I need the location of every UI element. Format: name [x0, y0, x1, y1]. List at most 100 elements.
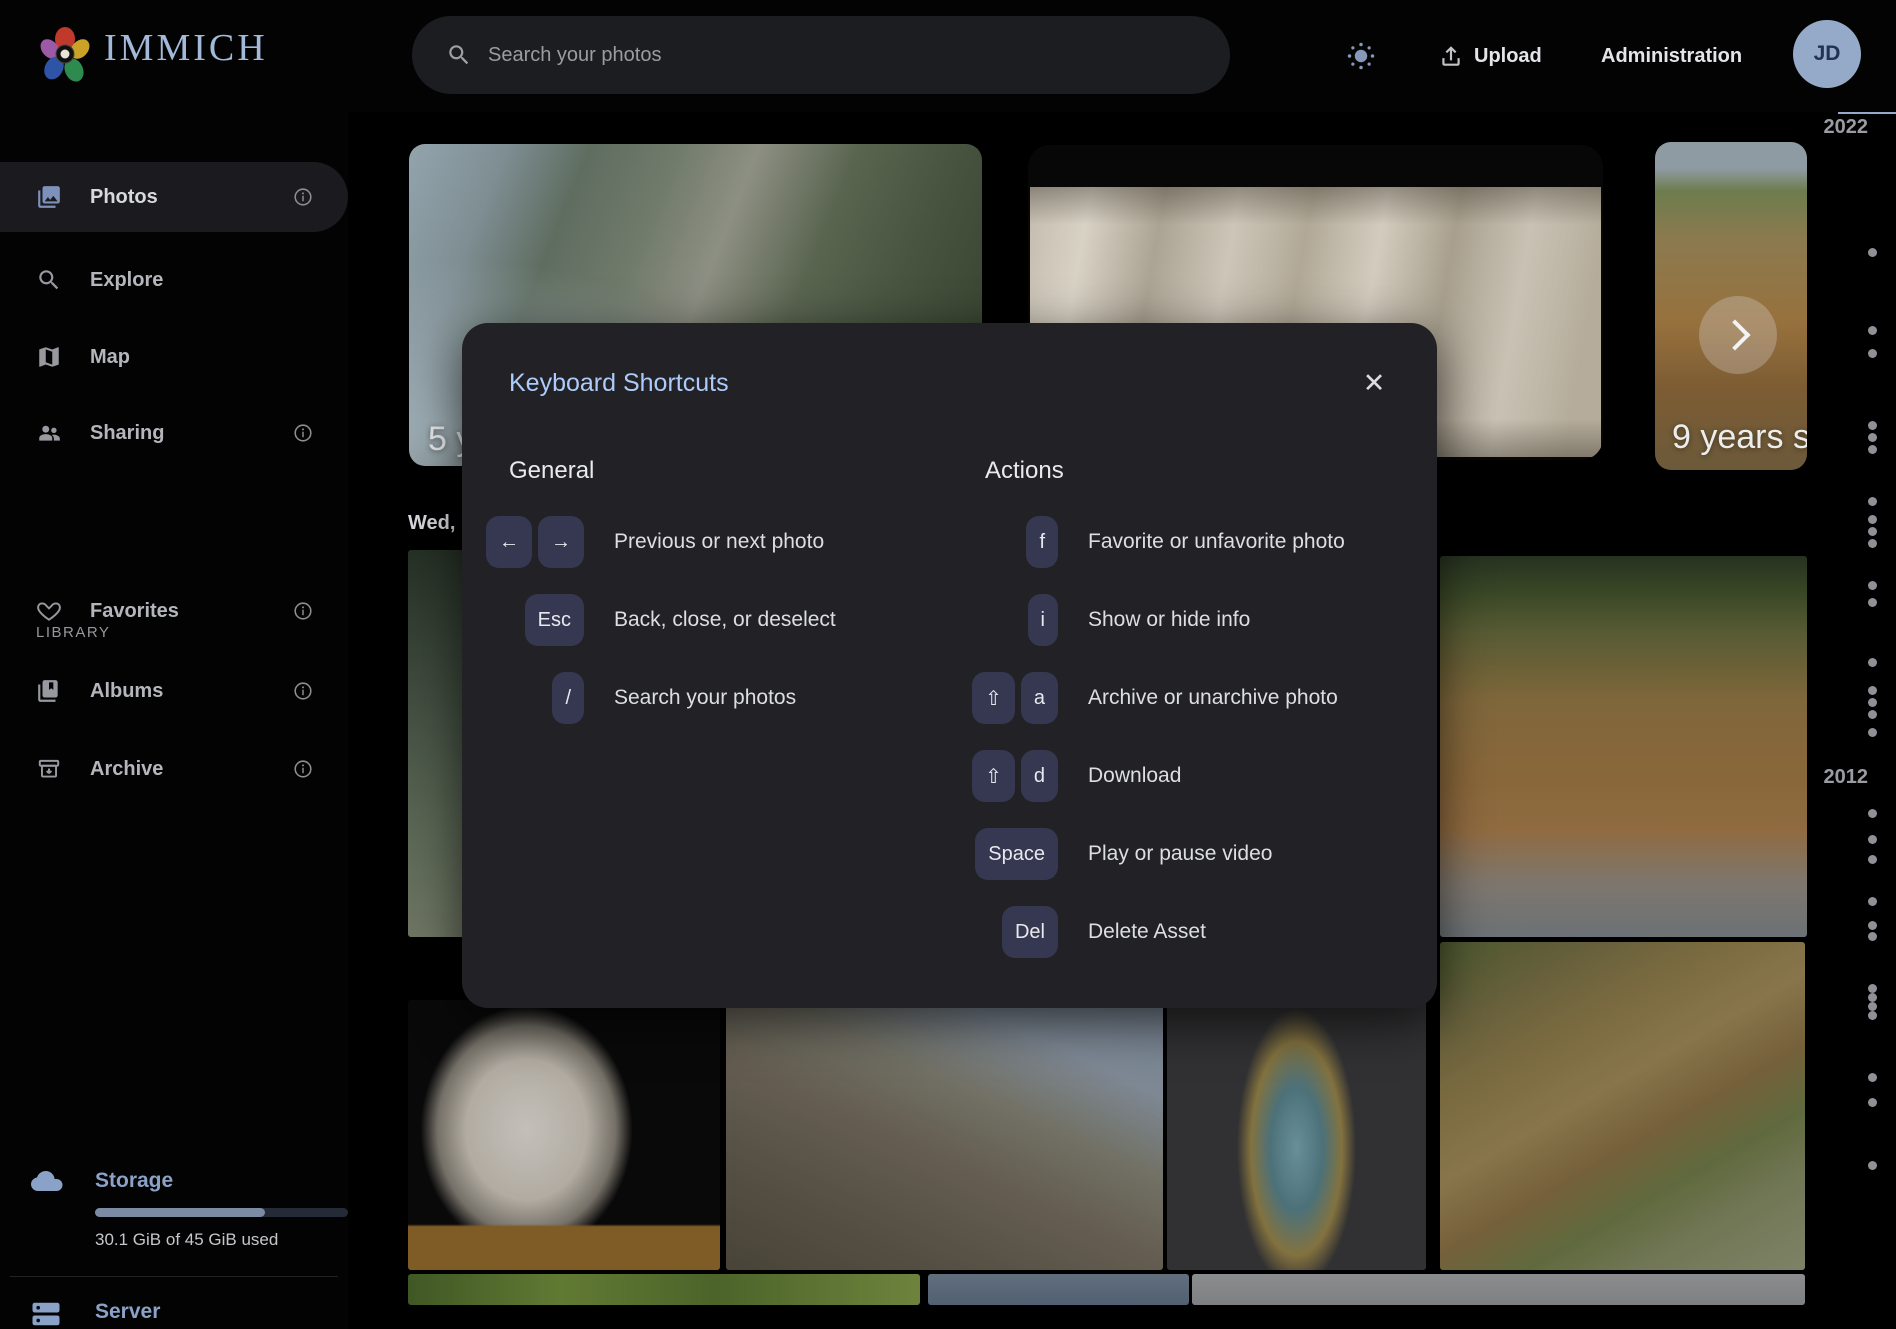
timeline-dot [1868, 445, 1877, 454]
map-icon [36, 344, 62, 370]
sidebar-item-favorites[interactable]: Favorites [0, 576, 348, 646]
administration-link[interactable]: Administration [1601, 0, 1742, 112]
timeline-dot [1868, 539, 1877, 548]
timeline-year-2022: 2022 [1818, 116, 1868, 139]
timeline-dot [1868, 1011, 1877, 1020]
sidebar-item-explore[interactable]: Explore [0, 245, 348, 315]
timeline-dot [1868, 855, 1877, 864]
server-icon [28, 1296, 64, 1329]
timeline-dot [1868, 993, 1877, 1002]
photo-porcelain-tower[interactable] [1167, 1000, 1426, 1270]
key-d: d [1021, 750, 1058, 802]
timeline-dot [1868, 433, 1877, 442]
timeline-dot [1868, 326, 1877, 335]
timeline-dot [1868, 1161, 1877, 1170]
timeline-dot [1868, 581, 1877, 590]
sidebar-item-archive[interactable]: Archive [0, 734, 348, 804]
timeline-dot [1868, 515, 1877, 524]
photo-marble-bust[interactable] [408, 1000, 720, 1270]
key-i: i [1028, 594, 1058, 646]
shortcut-label: Archive or unarchive photo [1088, 672, 1338, 724]
server-title: Server [95, 1300, 160, 1324]
timeline-dot [1868, 698, 1877, 707]
photo-ruins-wall[interactable] [726, 1000, 1163, 1270]
timeline-dot [1868, 421, 1877, 430]
photo-cliff-beach[interactable] [1440, 556, 1807, 937]
info-icon[interactable] [292, 186, 314, 208]
shortcut-row: f Favorite or unfavorite photo [462, 516, 1437, 568]
immich-app: 5 y 9 years si Wed, 2022 2012 IMMICH [0, 0, 1896, 1329]
close-icon[interactable]: ✕ [1354, 363, 1394, 403]
timeline-dot [1868, 349, 1877, 358]
timeline-dot [1868, 598, 1877, 607]
sun-icon [1346, 41, 1376, 71]
albums-icon [36, 678, 62, 704]
timeline-dot [1868, 809, 1877, 818]
shortcut-label: Favorite or unfavorite photo [1088, 516, 1345, 568]
info-icon[interactable] [292, 758, 314, 780]
archive-icon [36, 756, 62, 782]
sidebar-item-photos[interactable]: Photos [0, 162, 348, 232]
timeline-dot [1868, 248, 1877, 257]
date-group-header: Wed, [408, 512, 455, 535]
sidebar-item-map[interactable]: Map [0, 322, 348, 392]
sidebar-divider [10, 1276, 338, 1277]
timeline-dot [1868, 658, 1877, 667]
shortcut-row: Space Play or pause video [462, 828, 1437, 880]
theme-toggle-button[interactable] [1346, 0, 1376, 112]
search-input[interactable] [486, 43, 1170, 68]
timeline-dot [1868, 728, 1877, 737]
info-icon[interactable] [292, 422, 314, 444]
key-del: Del [1002, 906, 1058, 958]
shortcut-label: Delete Asset [1088, 906, 1206, 958]
timeline-dot [1868, 932, 1877, 941]
timeline-dot [1868, 897, 1877, 906]
photo-lizard[interactable] [1440, 942, 1805, 1270]
timeline-dot [1868, 835, 1877, 844]
timeline-dot [1868, 1002, 1877, 1011]
search-icon [446, 42, 472, 68]
shortcut-label: Show or hide info [1088, 594, 1250, 646]
photo-thumbnail [408, 1000, 720, 1270]
user-avatar[interactable]: JD [1793, 20, 1861, 88]
upload-label: Upload [1474, 45, 1542, 68]
photo-grass-strip[interactable] [408, 1274, 920, 1305]
shortcut-row: ⇧ a Archive or unarchive photo [462, 672, 1437, 724]
timeline-dot [1868, 921, 1877, 930]
sidebar-item-label: Albums [90, 680, 163, 703]
cloud-icon [28, 1164, 64, 1200]
sidebar-item-label: Photos [90, 186, 158, 209]
photos-icon [36, 184, 62, 210]
top-navbar: IMMICH Upload Administration [0, 0, 1896, 112]
sidebar-item-albums[interactable]: Albums [0, 656, 348, 726]
sidebar-item-sharing[interactable]: Sharing [0, 398, 348, 468]
storage-progress-bar [95, 1208, 348, 1217]
keyboard-shortcuts-modal: Keyboard Shortcuts ✕ General Actions ← →… [462, 323, 1437, 1008]
shortcut-row: ⇧ d Download [462, 750, 1437, 802]
sidebar-item-label: Archive [90, 758, 163, 781]
key-a: a [1021, 672, 1058, 724]
explore-search-icon [36, 267, 62, 293]
upload-icon [1438, 43, 1464, 69]
sidebar-item-label: Map [90, 346, 130, 369]
chevron-right-icon [1719, 319, 1750, 350]
brand-wordmark: IMMICH [104, 26, 268, 70]
photo-wall-strip[interactable] [1192, 1274, 1805, 1305]
info-icon[interactable] [292, 600, 314, 622]
shortcut-label: Play or pause video [1088, 828, 1272, 880]
sharing-people-icon [36, 420, 62, 446]
shortcut-label: Download [1088, 750, 1181, 802]
timeline-dot [1868, 686, 1877, 695]
storage-usage-text: 30.1 GiB of 45 GiB used [95, 1230, 278, 1250]
memory-next-button[interactable] [1699, 296, 1777, 374]
upload-button[interactable]: Upload [1438, 0, 1542, 112]
avatar-initials: JD [1814, 42, 1841, 66]
timeline-dot [1868, 1073, 1877, 1082]
photo-blue-strip[interactable] [928, 1274, 1189, 1305]
search-bar[interactable] [412, 16, 1230, 94]
timeline-dot [1868, 497, 1877, 506]
memory-card-next-photo[interactable]: 9 years si [1655, 142, 1807, 470]
modal-title: Keyboard Shortcuts [509, 369, 729, 398]
timeline-scrubber[interactable] [1806, 100, 1896, 1329]
info-icon[interactable] [292, 680, 314, 702]
